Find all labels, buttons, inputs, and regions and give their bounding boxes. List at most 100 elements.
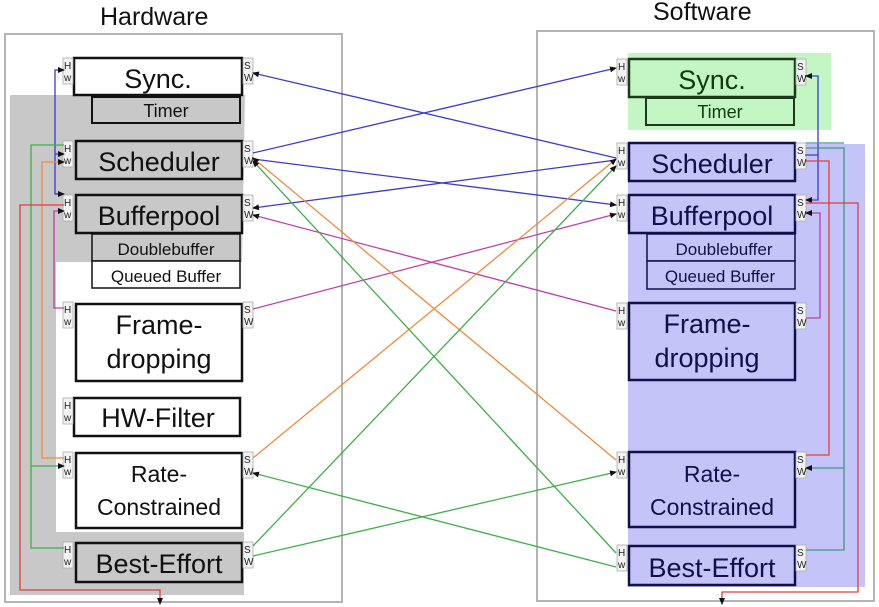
connection-blue-3 — [252, 159, 617, 211]
hw-best-effort-block: Best-Effort — [74, 541, 244, 584]
svg-text:H: H — [64, 455, 71, 466]
svg-text:Frame-: Frame- — [664, 309, 751, 339]
svg-text:H: H — [618, 62, 625, 73]
svg-text:Bufferpool: Bufferpool — [98, 201, 221, 231]
hw-timer-block: Timer — [91, 96, 241, 124]
svg-text:H: H — [64, 545, 71, 556]
svg-text:w: w — [617, 210, 626, 221]
hw-bufferpool-block: Bufferpool — [74, 193, 244, 235]
svg-text:Timer: Timer — [143, 101, 188, 121]
svg-text:H: H — [618, 548, 625, 559]
sw-port-out-best: SW — [795, 544, 807, 572]
svg-text:S: S — [797, 62, 804, 73]
svg-text:Constrained: Constrained — [650, 494, 774, 520]
svg-text:W: W — [797, 74, 807, 85]
svg-text:w: w — [63, 413, 72, 424]
cross-connections-layer — [252, 66, 617, 568]
svg-text:S: S — [797, 306, 804, 317]
svg-text:Rate-: Rate- — [131, 461, 187, 487]
software-title: Software — [653, 0, 752, 26]
svg-text:w: w — [617, 74, 626, 85]
svg-text:w: w — [617, 560, 626, 571]
svg-text:w: w — [63, 557, 72, 568]
svg-text:Sync.: Sync. — [678, 65, 746, 95]
connection-green-9 — [252, 165, 617, 547]
svg-text:S: S — [244, 61, 251, 72]
svg-text:w: w — [617, 158, 626, 169]
connection-blue-1 — [252, 66, 617, 154]
svg-text:W: W — [244, 210, 254, 221]
svg-text:w: w — [617, 318, 626, 329]
hw-port-out-best: SW — [242, 541, 254, 569]
sw-port-in-bufferpool: Hw — [616, 194, 628, 222]
svg-text:dropping: dropping — [654, 343, 759, 373]
hw-queued-buffer-block: Queued Buffer — [91, 260, 241, 289]
svg-text:Queued Buffer: Queued Buffer — [665, 267, 776, 286]
hw-rate-constrained-block: Rate- Constrained — [74, 451, 244, 530]
svg-text:Doublebuffer: Doublebuffer — [675, 240, 772, 259]
svg-text:W: W — [797, 318, 807, 329]
svg-text:w: w — [63, 467, 72, 478]
svg-text:Bufferpool: Bufferpool — [651, 201, 774, 231]
hw-filter-block: HW-Filter — [72, 396, 242, 438]
svg-text:Timer: Timer — [697, 102, 742, 122]
sw-port-in-scheduler: Hw — [616, 142, 628, 170]
hw-port-in-rate: Hw — [62, 451, 74, 479]
hw-port-out-bufferpool: SW — [242, 194, 254, 222]
svg-text:Frame-: Frame- — [116, 310, 203, 340]
connection-blue-0 — [252, 71, 617, 159]
hardware-title: Hardware — [100, 3, 208, 31]
svg-text:W: W — [244, 73, 254, 84]
architecture-diagram: Hardware Software Sync. Timer Scheduler … — [4, 0, 875, 605]
sw-timer-block: Timer — [645, 97, 795, 126]
svg-text:w: w — [617, 467, 626, 478]
hw-doublebuffer-block: Doublebuffer — [91, 233, 241, 262]
sw-bufferpool-block: Bufferpool — [627, 193, 797, 235]
svg-text:H: H — [64, 144, 71, 155]
connection-green-8 — [252, 160, 617, 554]
svg-text:Constrained: Constrained — [97, 494, 221, 520]
hw-sync-block: Sync. — [72, 56, 244, 97]
hw-port-in-best: Hw — [62, 541, 74, 569]
svg-text:Queued Buffer: Queued Buffer — [111, 267, 222, 286]
svg-text:w: w — [63, 73, 72, 84]
svg-text:W: W — [797, 158, 807, 169]
svg-text:S: S — [797, 548, 804, 559]
sw-port-in-framedropping: Hw — [616, 302, 628, 330]
svg-text:H: H — [64, 401, 71, 412]
svg-text:H: H — [64, 305, 71, 316]
hw-scheduler-block: Scheduler — [74, 139, 244, 181]
svg-text:S: S — [244, 144, 251, 155]
sw-rate-constrained-block: Rate- Constrained — [627, 450, 797, 529]
svg-text:Best-Effort: Best-Effort — [648, 553, 776, 583]
svg-text:W: W — [797, 560, 807, 571]
svg-text:H: H — [618, 146, 625, 157]
svg-text:W: W — [797, 210, 807, 221]
hw-port-in-scheduler: Hw — [62, 140, 74, 168]
svg-text:Scheduler: Scheduler — [651, 149, 773, 179]
hw-shade-strip — [10, 95, 56, 595]
svg-text:S: S — [244, 305, 251, 316]
svg-text:w: w — [63, 317, 72, 328]
hw-port-out-framedropping: SW — [242, 301, 254, 329]
hw-port-out-rate: SW — [242, 451, 254, 479]
sw-doublebuffer-block: Doublebuffer — [646, 233, 796, 262]
connection-green-10 — [252, 471, 617, 568]
svg-text:HW-Filter: HW-Filter — [101, 403, 214, 433]
svg-text:W: W — [244, 467, 254, 478]
sw-framedropping-block: Frame- dropping — [627, 301, 797, 382]
sw-port-out-sync: SW — [795, 58, 807, 86]
hw-port-in-sync: Hw — [62, 57, 74, 85]
connection-blue-2 — [252, 158, 617, 208]
svg-text:H: H — [64, 61, 71, 72]
svg-text:Best-Effort: Best-Effort — [95, 549, 223, 579]
svg-text:S: S — [797, 455, 804, 466]
svg-text:H: H — [64, 198, 71, 209]
connection-green-11 — [252, 470, 617, 557]
sw-port-out-rate: SW — [795, 451, 807, 479]
svg-text:w: w — [63, 156, 72, 167]
svg-text:H: H — [618, 455, 625, 466]
svg-text:H: H — [618, 198, 625, 209]
sw-port-out-framedropping: SW — [795, 302, 807, 330]
sw-port-out-bufferpool: SW — [795, 194, 807, 222]
